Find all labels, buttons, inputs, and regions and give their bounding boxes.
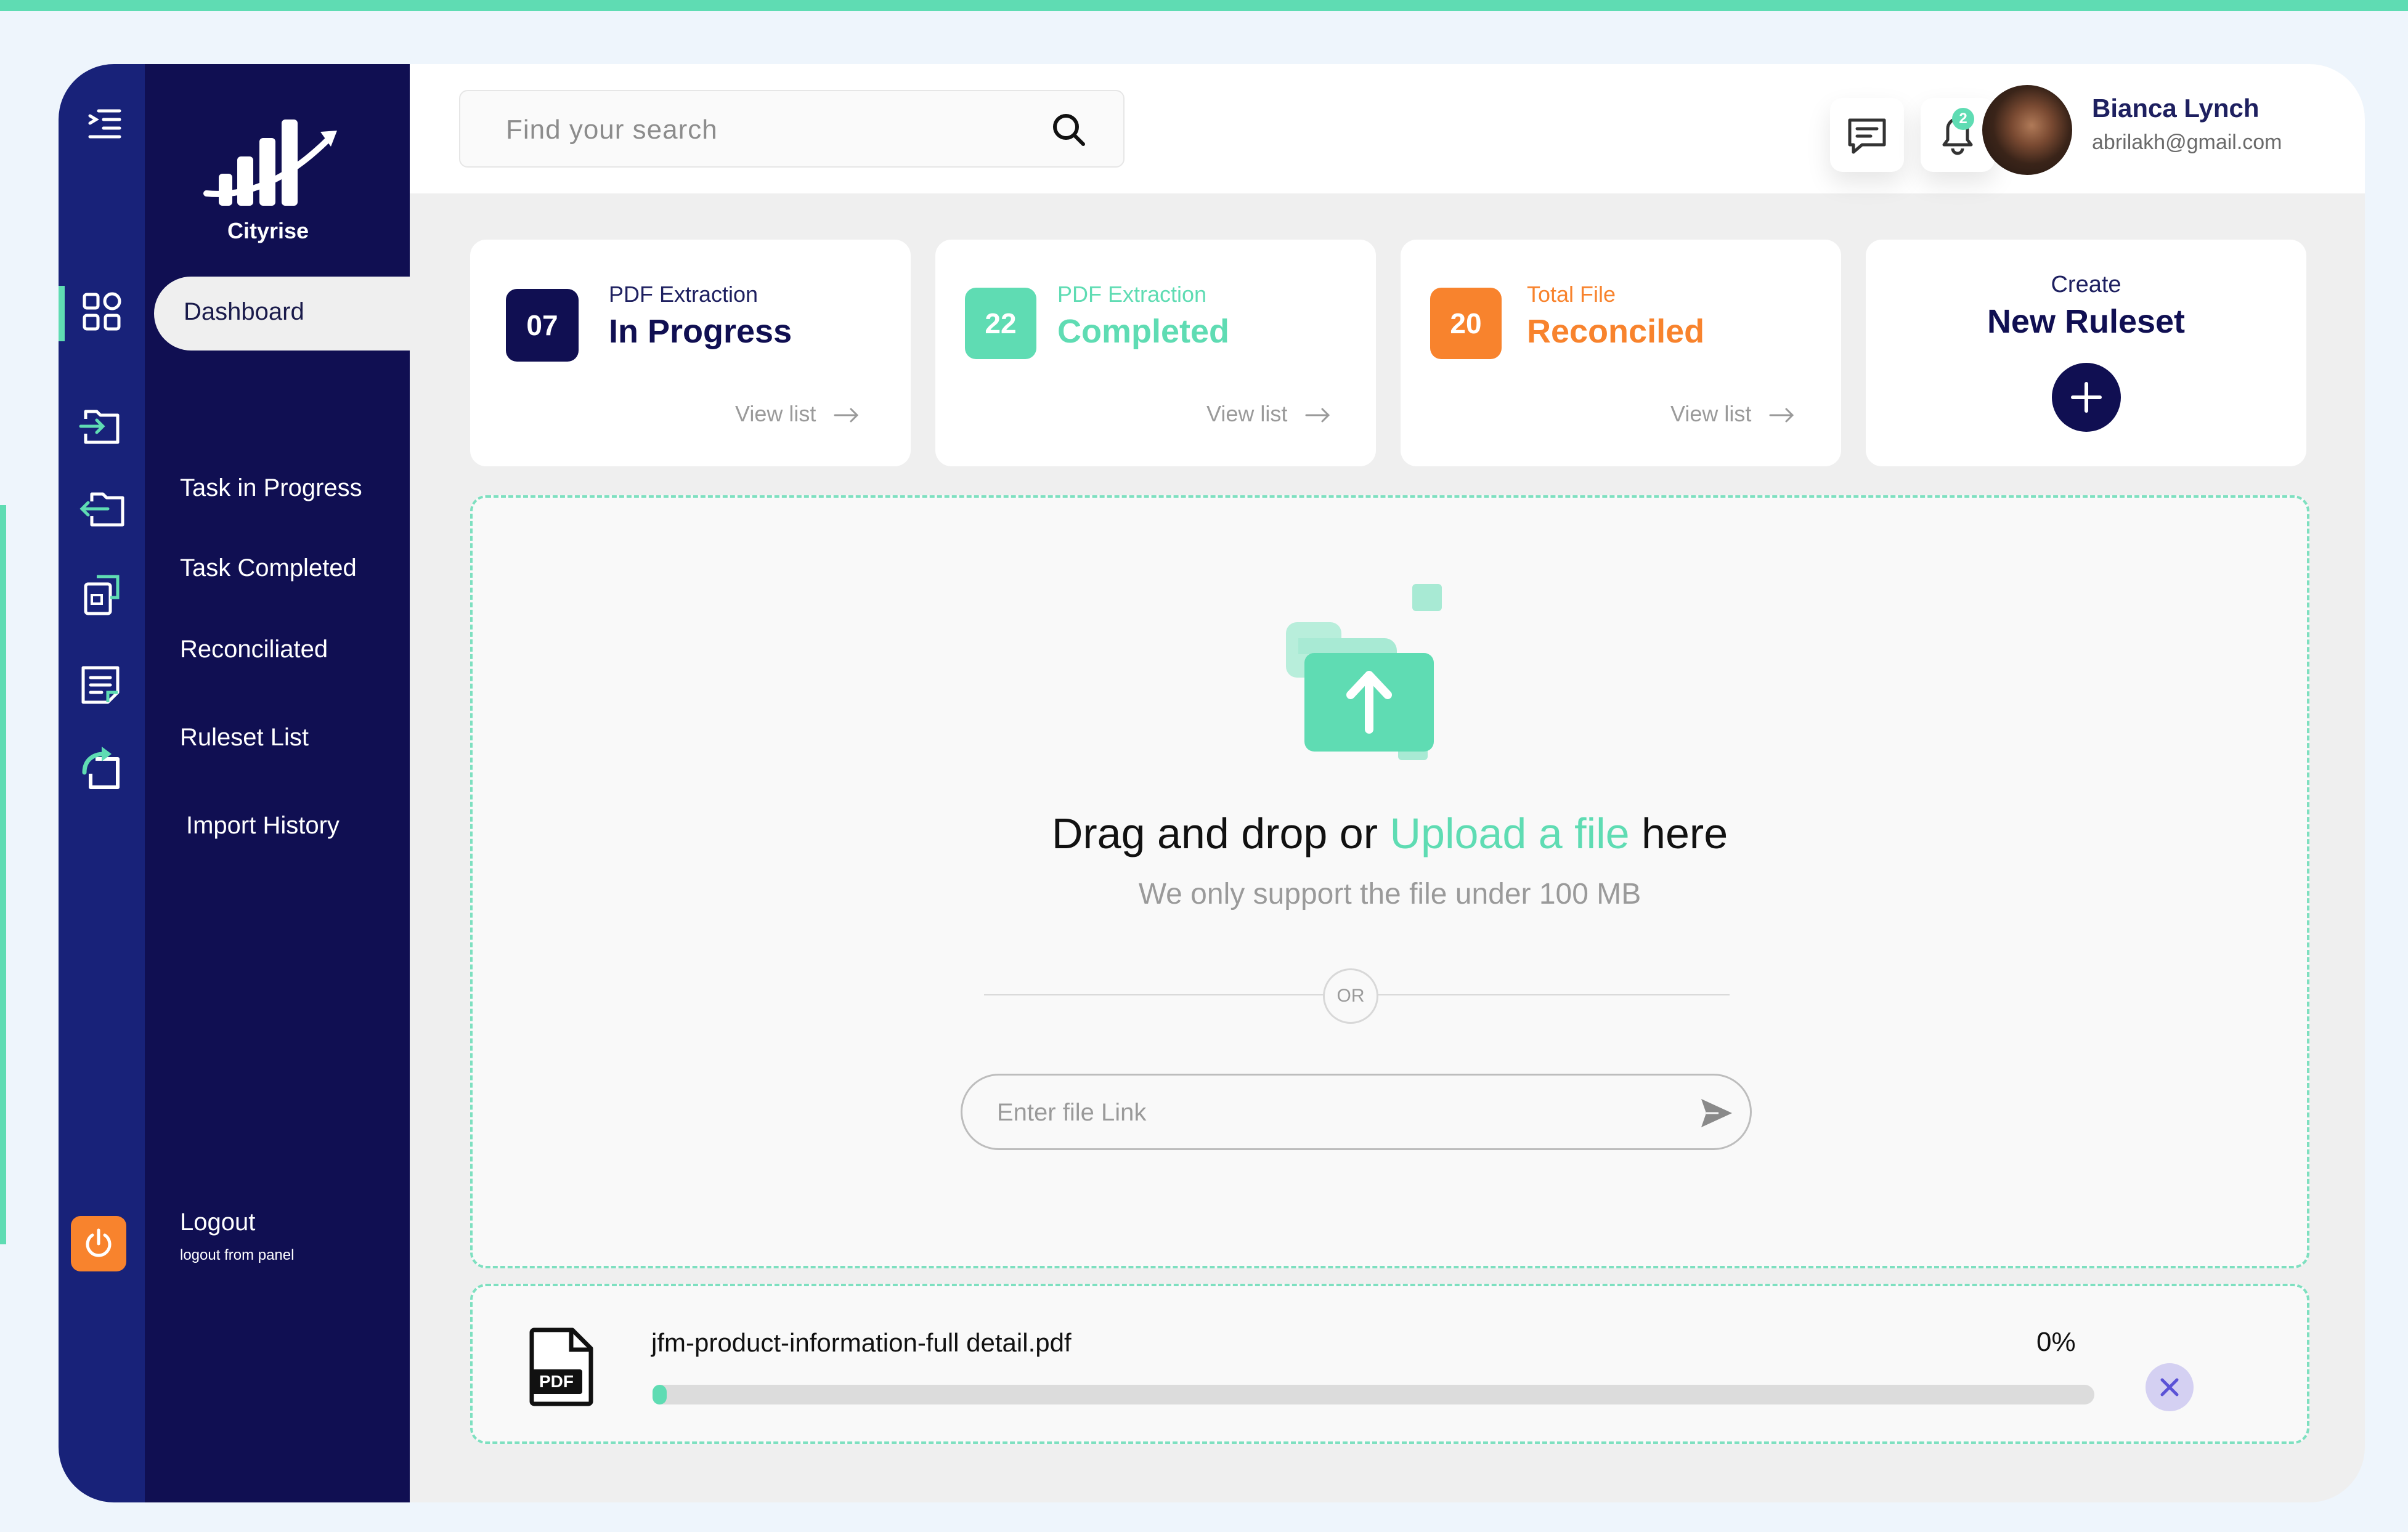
file-link-placeholder: Enter file Link — [997, 1099, 1147, 1126]
create-subtitle: Create — [2051, 272, 2121, 298]
left-accent-band — [0, 505, 6, 1244]
folder-import-icon[interactable] — [77, 402, 126, 451]
upload-folder-icon — [1286, 584, 1442, 760]
logout-button[interactable] — [71, 1216, 126, 1271]
top-accent-band — [0, 0, 2408, 11]
or-label: OR — [1323, 968, 1378, 1024]
drop-title-suffix: here — [1629, 809, 1728, 857]
card-reconciled[interactable]: 20 Total File Reconciled View list — [1401, 240, 1841, 466]
cityrise-logo[interactable]: Cityrise — [194, 101, 342, 243]
search-input[interactable]: Find your search — [459, 90, 1125, 168]
sidebar-item-import-history[interactable]: Import History — [186, 812, 340, 840]
power-icon — [86, 1228, 112, 1257]
file-name: jfm-product-information-full detail.pdf — [651, 1328, 1072, 1357]
menu-toggle-icon[interactable] — [86, 105, 123, 142]
card-title: In Progress — [609, 313, 792, 350]
count-badge: 07 — [506, 289, 579, 362]
logout-label[interactable]: Logout — [180, 1209, 255, 1236]
card-subtitle: PDF Extraction — [609, 282, 759, 307]
plus-icon — [2071, 382, 2102, 413]
arrow-right-icon[interactable] — [1769, 406, 1796, 424]
logo-text: Cityrise — [227, 218, 309, 243]
sidebar-item-task-completed[interactable]: Task Completed — [180, 554, 357, 582]
pdf-label: PDF — [539, 1372, 574, 1391]
create-ruleset-card[interactable]: Create New Ruleset — [1866, 240, 2306, 466]
list-document-icon[interactable] — [77, 659, 126, 708]
cancel-upload-button[interactable] — [2146, 1363, 2194, 1411]
create-title: New Ruleset — [1987, 303, 2186, 340]
active-indicator — [59, 286, 65, 341]
count-badge: 22 — [965, 288, 1036, 359]
drop-title: Drag and drop or Upload a file here — [473, 809, 2307, 858]
logo-bars-icon — [203, 120, 337, 206]
chat-icon — [1848, 118, 1886, 154]
view-list-link[interactable]: View list — [1206, 401, 1287, 427]
card-completed[interactable]: 22 PDF Extraction Completed View list — [935, 240, 1376, 466]
send-icon[interactable] — [1699, 1096, 1735, 1130]
sidebar-item-ruleset-list[interactable]: Ruleset List — [180, 724, 309, 752]
history-import-icon[interactable] — [77, 744, 126, 793]
app-window: Cityrise Dashboard Task in Progress Task… — [59, 64, 2365, 1502]
view-list-link[interactable]: View list — [1670, 401, 1751, 427]
card-title: Reconciled — [1527, 313, 1705, 350]
close-icon — [2160, 1378, 2179, 1396]
file-drop-zone[interactable]: Drag and drop or Upload a file here We o… — [470, 495, 2309, 1268]
card-title: Completed — [1057, 313, 1230, 350]
sidebar-item-label: Dashboard — [184, 298, 304, 325]
upload-size-note: We only support the file under 100 MB — [1138, 878, 1641, 910]
card-in-progress[interactable]: 07 PDF Extraction In Progress View list — [470, 240, 911, 466]
search-icon[interactable] — [1049, 110, 1089, 150]
avatar[interactable] — [1982, 85, 2072, 175]
arrow-right-icon[interactable] — [1305, 406, 1332, 424]
messages-button[interactable] — [1830, 98, 1904, 172]
count-badge: 20 — [1430, 288, 1502, 359]
upload-progress-fill — [653, 1385, 667, 1404]
user-email: abrilakh@gmail.com — [2092, 131, 2282, 154]
upload-progress-bar — [653, 1385, 2094, 1404]
add-ruleset-button[interactable] — [2052, 363, 2121, 432]
top-header: Find your search 2 Bianca Lynch abrilakh… — [410, 64, 2365, 193]
user-name[interactable]: Bianca Lynch — [2092, 94, 2260, 123]
file-link-input[interactable]: Enter file Link — [961, 1074, 1752, 1150]
arrow-right-icon[interactable] — [834, 406, 861, 424]
drop-title-prefix: Drag and drop or — [1051, 809, 1390, 857]
notification-badge: 2 — [1952, 108, 1974, 130]
view-list-link[interactable]: View list — [735, 401, 816, 427]
sidebar-item-task-in-progress[interactable]: Task in Progress — [180, 474, 362, 502]
card-subtitle: PDF Extraction — [1057, 282, 1207, 307]
upload-progress-label: 0% — [2036, 1327, 2076, 1357]
pdf-file-icon: PDF — [529, 1327, 593, 1406]
card-subtitle: Total File — [1527, 282, 1616, 307]
logout-sublabel: logout from panel — [180, 1247, 295, 1263]
folder-export-icon[interactable] — [77, 484, 126, 533]
dashboard-grid-icon[interactable] — [77, 287, 126, 336]
sidebar-item-reconciliated[interactable]: Reconciliated — [180, 636, 328, 663]
upload-file-row: PDF jfm-product-information-full detail.… — [470, 1284, 2309, 1444]
upload-file-link[interactable]: Upload a file — [1389, 809, 1629, 857]
puzzle-document-icon[interactable] — [77, 570, 126, 620]
search-placeholder: Find your search — [506, 115, 718, 145]
